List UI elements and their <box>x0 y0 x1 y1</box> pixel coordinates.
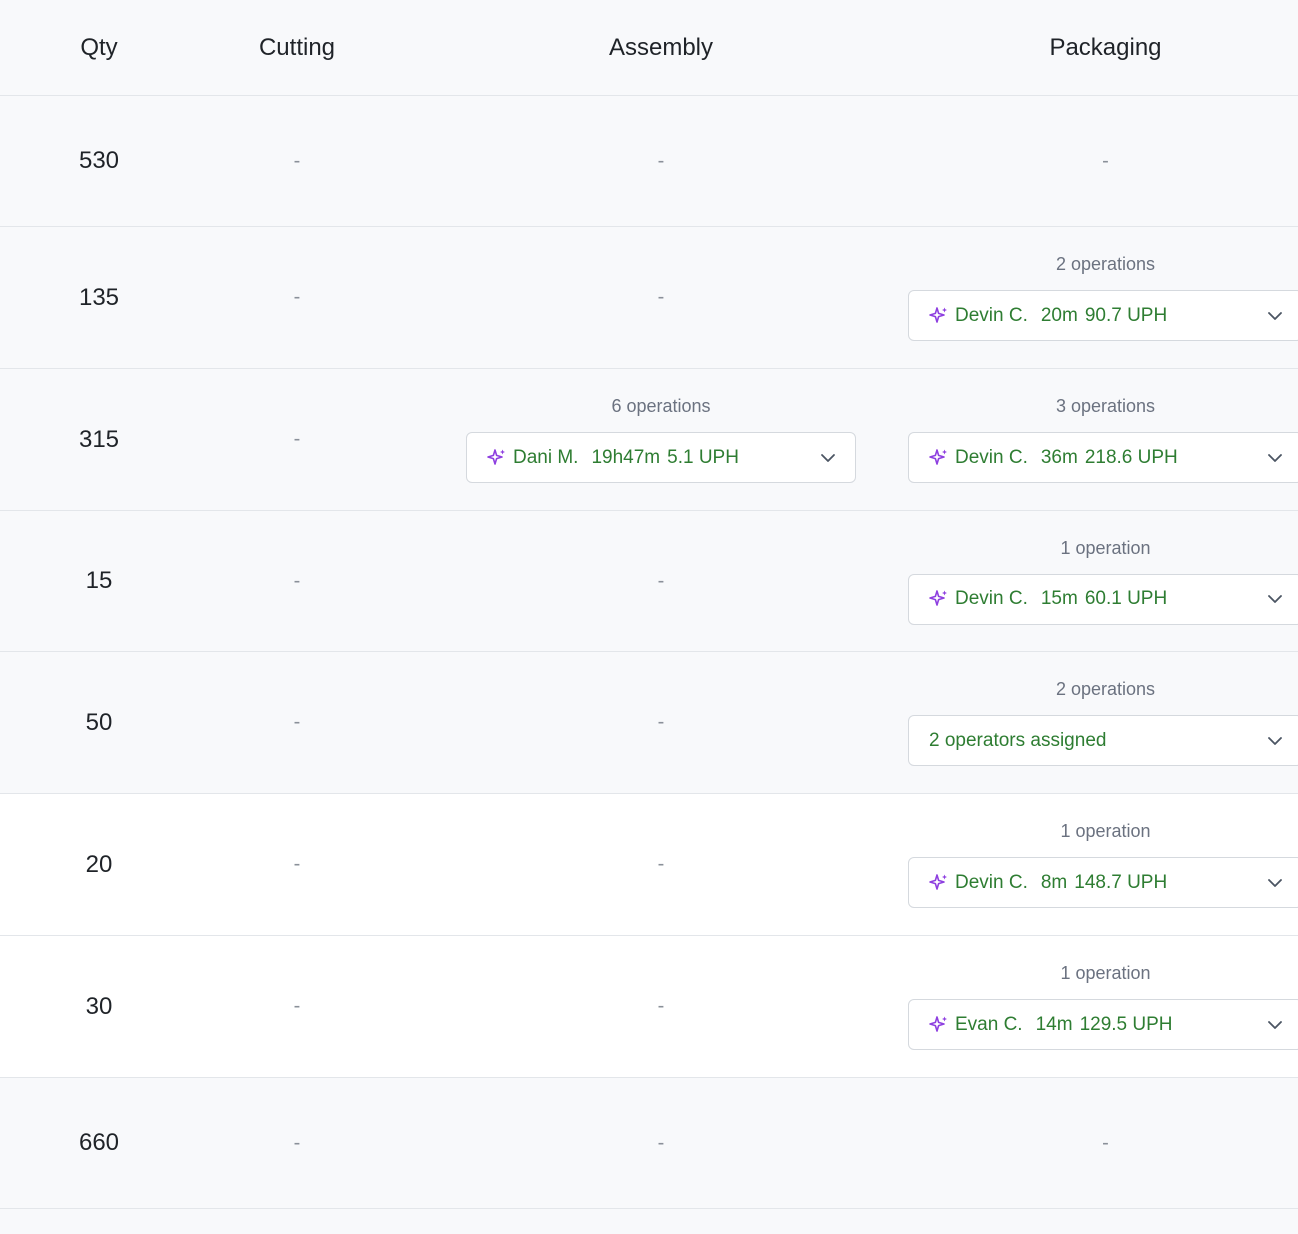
sparkle-icon <box>929 590 947 606</box>
cutting-empty: - <box>293 149 301 172</box>
qty-value: 530 <box>78 147 120 174</box>
packaging-operators-dropdown[interactable]: 2 operators assigned <box>908 715 1298 766</box>
sparkle-icon <box>929 873 947 890</box>
table-header: Qty Cutting Assembly Packaging <box>0 0 1298 96</box>
sparkle-icon <box>929 448 947 465</box>
assembly-empty: - <box>657 711 665 733</box>
assembly-empty: - <box>657 149 665 172</box>
qty-value: 50 <box>85 708 113 736</box>
packaging-operator-dropdown[interactable]: Devin C. 20m 90.7 UPH <box>908 290 1298 341</box>
table-row[interactable]: 660 - - - <box>0 1078 1298 1209</box>
operator-duration: 8m <box>1040 871 1068 893</box>
operators-assigned-summary: 2 operators assigned <box>929 729 1107 751</box>
qty-value: 15 <box>85 567 113 594</box>
operator-uph: 90.7 UPH <box>1084 304 1168 326</box>
cutting-empty: - <box>293 995 301 1017</box>
packaging-operator-dropdown[interactable]: Devin C. 15m 60.1 UPH <box>908 573 1298 625</box>
operator-duration: 15m <box>1040 588 1078 609</box>
table-row[interactable]: 20 - - 1 operation Devin C. 8m 148.7 UPH <box>0 794 1298 936</box>
assembly-empty: - <box>657 853 665 875</box>
table-row[interactable]: 15 - - 1 operation Devin C. 15m 60.1 UPH <box>0 511 1298 652</box>
operator-duration: 14m <box>1035 1013 1073 1035</box>
table-row[interactable]: 315 - 6 operations Dani M. 19h47m 5.1 UP… <box>0 369 1298 511</box>
qty-value: 660 <box>78 1129 120 1156</box>
operator-name: Evan C. <box>955 1013 1023 1035</box>
table-row[interactable]: 50 - - 2 operations 2 operators assigned <box>0 652 1298 794</box>
header-cutting[interactable]: Cutting <box>198 0 396 95</box>
table-row[interactable]: 30 - - 1 operation Evan C. 14m 129.5 UPH <box>0 936 1298 1078</box>
cutting-empty: - <box>293 1131 301 1154</box>
operator-uph: 148.7 UPH <box>1074 871 1168 893</box>
operator-uph: 60.1 UPH <box>1084 588 1168 609</box>
packaging-operations-count: 2 operations <box>1055 254 1156 274</box>
assembly-operator-dropdown[interactable]: Dani M. 19h47m 5.1 UPH <box>466 432 856 483</box>
sparkle-icon <box>929 306 947 323</box>
packaging-operator-dropdown[interactable]: Devin C. 36m 218.6 UPH <box>908 432 1298 483</box>
header-qty[interactable]: Qty <box>0 0 198 95</box>
qty-value: 20 <box>85 850 113 878</box>
operator-uph: 5.1 UPH <box>667 446 739 468</box>
packaging-operations-count: 3 operations <box>1055 396 1156 416</box>
assembly-empty: - <box>657 995 665 1017</box>
cutting-empty: - <box>293 286 301 308</box>
qty-value: 315 <box>78 425 120 453</box>
sparkle-icon <box>929 1015 947 1032</box>
packaging-operations-count: 1 operation <box>1060 963 1151 983</box>
chevron-down-icon <box>1268 1020 1282 1029</box>
sparkle-icon <box>487 448 505 465</box>
operator-uph: 129.5 UPH <box>1079 1013 1173 1035</box>
qty-value: 135 <box>78 283 120 311</box>
packaging-operations-count: 2 operations <box>1055 679 1156 699</box>
cutting-empty: - <box>293 569 301 592</box>
operator-duration: 36m <box>1040 446 1078 468</box>
operator-name: Devin C. <box>955 304 1028 326</box>
operator-name: Devin C. <box>955 446 1028 468</box>
chevron-down-icon <box>821 453 835 462</box>
operator-uph: 218.6 UPH <box>1084 446 1178 468</box>
cutting-empty: - <box>293 853 301 875</box>
packaging-operator-dropdown[interactable]: Devin C. 8m 148.7 UPH <box>908 857 1298 908</box>
chevron-down-icon <box>1268 595 1282 603</box>
cutting-empty: - <box>293 711 301 733</box>
operator-name: Devin C. <box>955 588 1028 609</box>
assembly-empty: - <box>657 286 665 308</box>
table-row[interactable]: 530 - - - <box>0 96 1298 227</box>
chevron-down-icon <box>1268 878 1282 887</box>
assembly-operations-count: 6 operations <box>611 396 711 416</box>
assembly-empty: - <box>657 569 665 592</box>
assembly-empty: - <box>657 1131 665 1154</box>
operator-duration: 20m <box>1040 304 1078 326</box>
operator-duration: 19h47m <box>591 446 661 468</box>
chevron-down-icon <box>1268 736 1282 745</box>
header-packaging[interactable]: Packaging <box>908 0 1298 95</box>
table-row[interactable]: 135 - - 2 operations Devin C. 20m 90.7 U… <box>0 227 1298 369</box>
header-assembly[interactable]: Assembly <box>441 0 881 95</box>
packaging-empty: - <box>1102 149 1109 172</box>
operator-name: Dani M. <box>513 446 579 468</box>
packaging-operator-dropdown[interactable]: Evan C. 14m 129.5 UPH <box>908 999 1298 1050</box>
chevron-down-icon <box>1268 453 1282 462</box>
qty-value: 30 <box>85 992 113 1020</box>
production-table: Qty Cutting Assembly Packaging 530 - - -… <box>0 0 1298 1209</box>
chevron-down-icon <box>1268 311 1282 320</box>
cutting-empty: - <box>293 428 301 450</box>
packaging-operations-count: 1 operation <box>1060 537 1151 558</box>
packaging-empty: - <box>1102 1131 1109 1154</box>
operator-name: Devin C. <box>955 871 1028 893</box>
packaging-operations-count: 1 operation <box>1060 821 1151 841</box>
